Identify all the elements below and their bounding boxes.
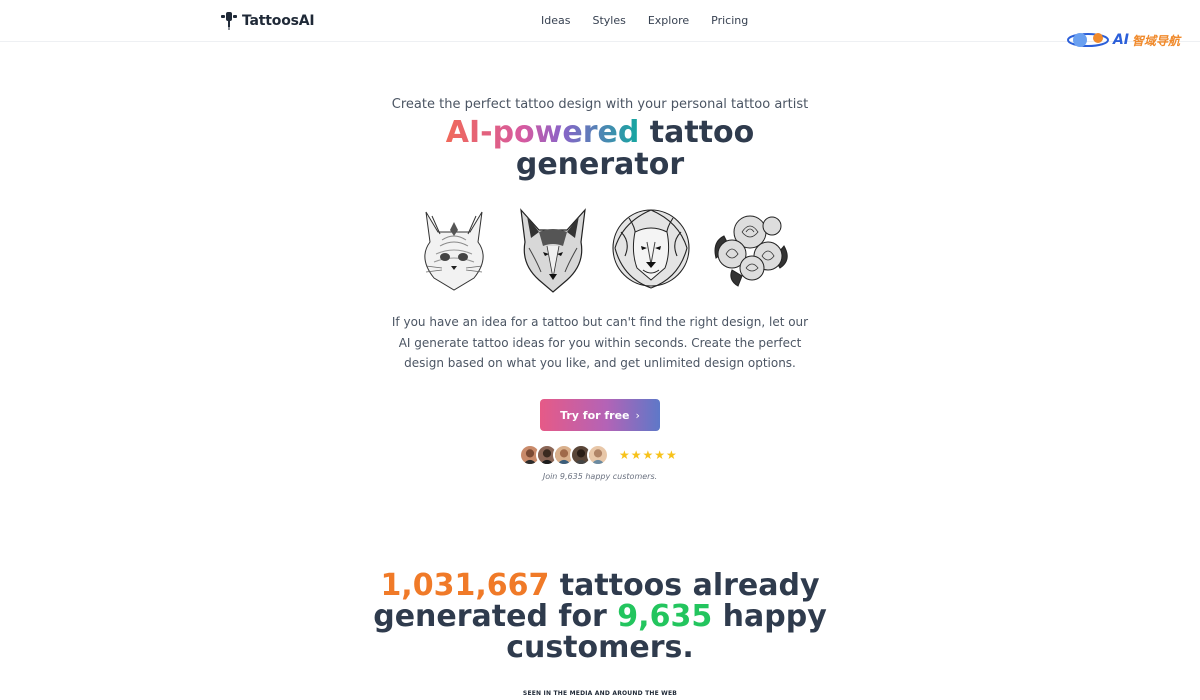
globe-icon [1066,33,1109,47]
logo-text: TattoosAI [242,13,315,29]
chevron-right-icon: › [635,408,640,422]
watermark-ai: AI [1112,32,1129,48]
wolf-tattoo-image[interactable] [511,202,595,294]
hero-title-rest: tattoo [639,115,755,150]
nav-item-explore[interactable]: Explore [648,14,689,27]
cat-tattoo-image[interactable] [412,202,496,294]
tattoo-gallery [412,202,792,294]
stats-heading: 1,031,667 tattoos already generated for … [300,570,900,663]
lion-tattoo-image[interactable] [609,202,693,294]
try-for-free-button[interactable]: Try for free › [540,399,660,431]
hero-subtitle: Create the perfect tattoo design with yo… [391,97,809,112]
tattoos-count: 1,031,667 [380,568,550,603]
hero-title-line2: generator [515,147,685,182]
rating-stars: ★★★★★ [619,448,678,462]
watermark-cn: 智域导航 [1131,33,1180,48]
hero-title-gradient: AI-powered [445,115,640,150]
nav-item-ideas[interactable]: Ideas [541,14,570,27]
avatar [587,444,609,466]
roses-tattoo-image[interactable] [708,202,792,294]
cta-label: Try for free [560,408,630,422]
customers-count: 9,635 [617,599,713,634]
hero-description: If you have an idea for a tattoo but can… [391,315,809,370]
nav-item-styles[interactable]: Styles [592,14,625,27]
watermark-logo: AI 智域导航 [1066,30,1180,50]
nav-item-pricing[interactable]: Pricing [711,14,748,27]
happy-customers-caption: Join 9,635 happy customers. [542,472,658,481]
logo[interactable]: TattoosAI [220,11,315,31]
social-proof: ★★★★★ [519,443,678,467]
site-header: TattoosAI Ideas Styles Explore Pricing [0,0,1200,42]
seen-in-media-label: SEEN IN THE MEDIA AND AROUND THE WEB [522,690,678,697]
hero-title: AI-powered tattoo generator [0,117,1200,181]
main-nav: Ideas Styles Explore Pricing [541,14,748,27]
tattoo-machine-icon [221,12,237,30]
